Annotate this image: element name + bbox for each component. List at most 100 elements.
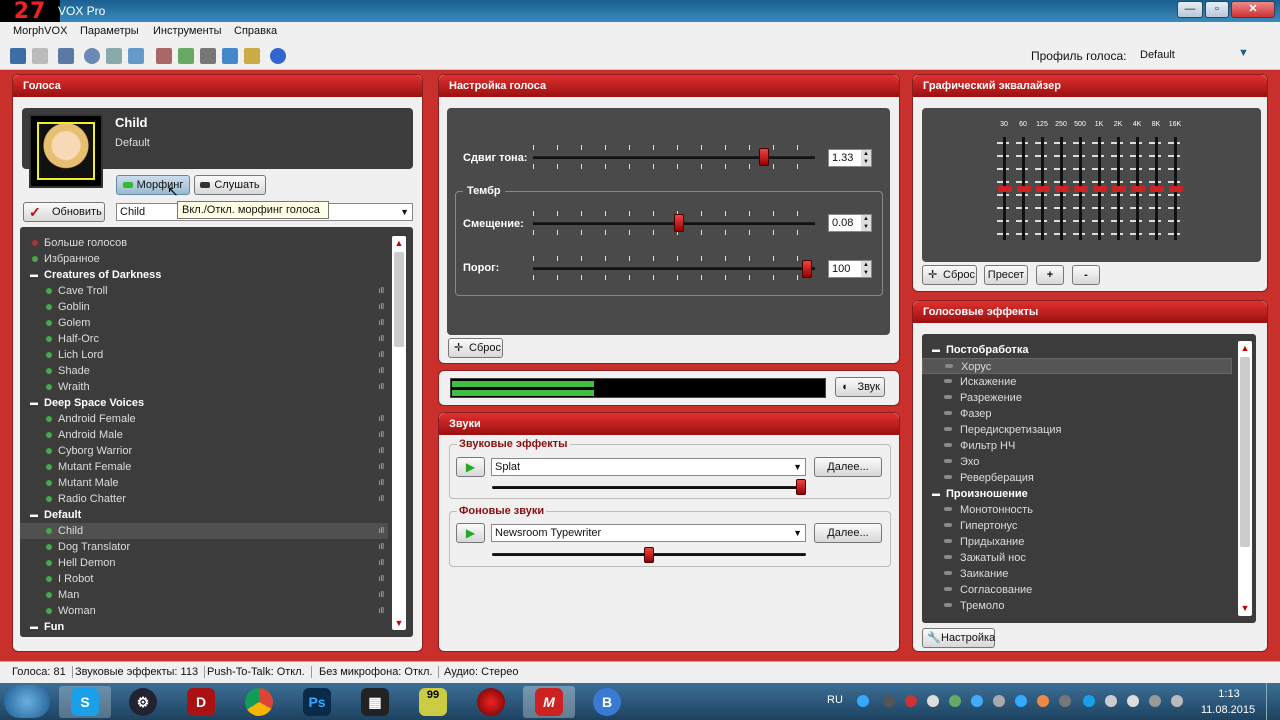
clock-time[interactable]: 1:13 — [1201, 688, 1257, 700]
effect-list-item[interactable]: Передискретизация — [922, 422, 1232, 438]
tray-icon-11[interactable] — [1083, 695, 1095, 707]
effect-list-item[interactable]: Тремоло — [922, 598, 1232, 614]
clock-date[interactable]: 11.08.2015 — [1197, 704, 1259, 716]
taskbar-notes[interactable]: 99 — [407, 686, 459, 718]
threshold-slider-thumb[interactable] — [802, 260, 813, 278]
collapse-icon[interactable]: ▬ — [30, 619, 38, 635]
effect-list-item[interactable]: Хорус — [922, 358, 1232, 374]
maximize-button[interactable]: ▫ — [1205, 1, 1229, 18]
eq-band-thumb[interactable] — [1055, 186, 1069, 192]
eq-band-thumb[interactable] — [1131, 186, 1145, 192]
effect-list-item[interactable]: Искажение — [922, 374, 1232, 390]
threshold-spinbox[interactable]: 100 ▲ ▼ — [828, 260, 872, 278]
taskbar-video-editor[interactable]: ▦ — [349, 686, 401, 718]
eq-remove-button[interactable]: - — [1072, 265, 1100, 285]
scroll-down-icon[interactable]: ▼ — [1238, 601, 1252, 615]
eq-band-thumb[interactable] — [1112, 186, 1126, 192]
eq-band-thumb[interactable] — [1017, 186, 1031, 192]
help-icon[interactable] — [270, 48, 286, 64]
shift-spinbox[interactable]: 0.08 ▲ ▼ — [828, 214, 872, 232]
sound-icon[interactable] — [244, 48, 260, 64]
tray-icon-1[interactable] — [857, 695, 869, 707]
voice-list-scroll-thumb[interactable] — [394, 252, 404, 347]
shift-slider-thumb[interactable] — [674, 214, 685, 232]
voice-list-item[interactable]: Goblin ıll — [20, 299, 388, 315]
collapse-icon[interactable]: ▬ — [30, 507, 38, 523]
eq-preset-button[interactable]: Пресет — [984, 265, 1028, 285]
voice-list-item[interactable]: Mutant Female ıll — [20, 459, 388, 475]
collapse-icon[interactable]: ▬ — [932, 342, 940, 358]
background-volume-thumb[interactable] — [644, 547, 654, 563]
effects-volume-thumb[interactable] — [796, 479, 806, 495]
taskbar-dota[interactable]: D — [175, 686, 227, 718]
eq-band-thumb[interactable] — [1074, 186, 1088, 192]
effect-category[interactable]: ▬ Постобработка — [922, 342, 1232, 358]
spin-down-icon[interactable]: ▼ — [861, 269, 871, 277]
effects-scroll-thumb[interactable] — [1240, 357, 1250, 547]
effect-list-item[interactable]: Реверберация — [922, 470, 1232, 486]
effect-toggle-icon[interactable] — [944, 395, 952, 399]
voice-list-item[interactable]: I Robot ıll — [20, 571, 388, 587]
listen-button[interactable]: Слушать — [194, 175, 266, 195]
tuning-reset-button[interactable]: ✛ Сброс — [448, 338, 503, 358]
chart-icon[interactable] — [106, 48, 122, 64]
eq-band-thumb[interactable] — [998, 186, 1012, 192]
effect-toggle-icon[interactable] — [945, 364, 953, 368]
collapse-icon[interactable]: ▬ — [30, 395, 38, 411]
taskbar-chrome[interactable] — [233, 686, 285, 718]
open-icon[interactable] — [32, 48, 48, 64]
play-effect-icon[interactable]: ▶ — [456, 457, 485, 477]
effect-toggle-icon[interactable] — [944, 459, 952, 463]
voice-list-item[interactable]: Radio Chatter ıll — [20, 491, 388, 507]
voice-category[interactable]: ▬ Default — [20, 507, 388, 523]
voice-category[interactable]: ▬ Deep Space Voices — [20, 395, 388, 411]
pitch-spinbox[interactable]: 1.33 ▲ ▼ — [828, 149, 872, 167]
language-indicator[interactable]: RU — [827, 694, 843, 706]
voice-list-item[interactable]: Wraith ıll — [20, 379, 388, 395]
effect-toggle-icon[interactable] — [944, 475, 952, 479]
effect-category[interactable]: ▬ Произношение — [922, 486, 1232, 502]
effect-toggle-icon[interactable] — [944, 587, 952, 591]
eq-reset-button[interactable]: ✛ Сброс — [922, 265, 977, 285]
tool-icon[interactable] — [156, 48, 172, 64]
effect-toggle-icon[interactable] — [944, 379, 952, 383]
effect-toggle-icon[interactable] — [944, 523, 952, 527]
background-select[interactable]: Newsroom Typewriter ▼ — [491, 524, 806, 542]
eq-band-thumb[interactable] — [1169, 186, 1183, 192]
menu-morphvox[interactable]: MorphVOX — [13, 25, 67, 37]
effect-list-item[interactable]: Эхо — [922, 454, 1232, 470]
effect-toggle-icon[interactable] — [944, 427, 952, 431]
close-button[interactable]: ✕ — [1231, 1, 1275, 18]
update-button[interactable]: ✓ Обновить — [23, 202, 105, 222]
play-background-icon[interactable]: ▶ — [456, 523, 485, 543]
effect-list-item[interactable]: Фазер — [922, 406, 1232, 422]
tray-icon-9[interactable] — [1037, 695, 1049, 707]
tray-icon-5[interactable] — [949, 695, 961, 707]
taskbar-recorder[interactable] — [465, 686, 517, 718]
scroll-up-icon[interactable]: ▲ — [1238, 341, 1252, 355]
effect-list-item[interactable]: Гипертонус — [922, 518, 1232, 534]
graph-icon[interactable] — [128, 48, 144, 64]
eq-add-button[interactable]: + — [1036, 265, 1064, 285]
effect-toggle-icon[interactable] — [944, 571, 952, 575]
spin-up-icon[interactable]: ▲ — [861, 261, 871, 269]
effect-toggle-icon[interactable] — [944, 555, 952, 559]
voice-list-item[interactable]: Избранное — [20, 251, 388, 267]
threshold-slider[interactable] — [533, 267, 815, 270]
taskbar-photoshop[interactable]: Ps — [291, 686, 343, 718]
clock-icon[interactable] — [84, 48, 100, 64]
voice-list-item[interactable]: Woman ıll — [20, 603, 388, 619]
effect-list-item[interactable]: Разрежение — [922, 390, 1232, 406]
voice-list-item[interactable]: Lich Lord ıll — [20, 347, 388, 363]
effect-list-item[interactable]: Заикание — [922, 566, 1232, 582]
spin-up-icon[interactable]: ▲ — [861, 215, 871, 223]
tray-icon-10[interactable] — [1059, 695, 1071, 707]
effect-toggle-icon[interactable] — [944, 411, 952, 415]
scroll-down-icon[interactable]: ▼ — [392, 616, 406, 630]
tray-icon-13[interactable] — [1127, 695, 1139, 707]
start-button[interactable] — [4, 685, 50, 718]
effects-more-button[interactable]: Далее... — [814, 457, 882, 477]
eq-band-thumb[interactable] — [1150, 186, 1164, 192]
pitch-slider[interactable] — [533, 156, 815, 159]
menu-tools[interactable]: Инструменты — [153, 25, 222, 37]
